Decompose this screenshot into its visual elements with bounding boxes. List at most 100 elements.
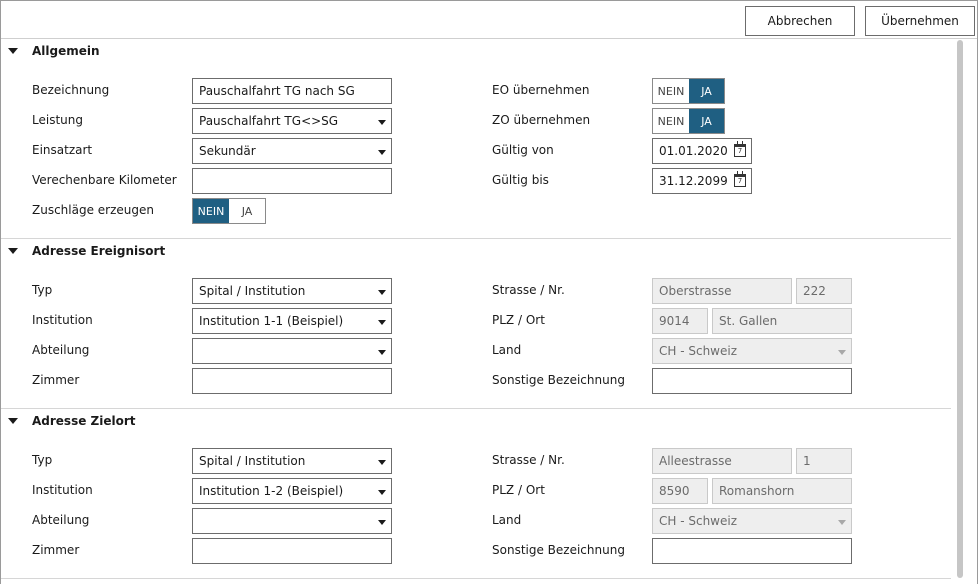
section-title: Adresse Zielort — [32, 414, 136, 428]
valid-to-label: Gültig bis — [492, 173, 549, 187]
km-input[interactable] — [192, 168, 392, 194]
valid-to-value: 31.12.2099 — [659, 174, 728, 188]
collapse-caret-icon[interactable] — [8, 418, 18, 424]
zo-yes-option[interactable]: JA — [689, 109, 724, 133]
destination-typ-select[interactable]: Spital / Institution — [192, 448, 392, 474]
zo-label: ZO übernehmen — [492, 113, 591, 127]
section-destination-header[interactable]: Adresse Zielort — [1, 410, 951, 432]
other-label: Sonstige Bezeichnung — [492, 373, 625, 387]
valid-from-label: Gültig von — [492, 143, 554, 157]
destination-institution-value: Institution 1-2 (Beispiel) — [199, 484, 344, 498]
section-origin: Adresse Ereignisort Typ Spital / Institu… — [1, 240, 951, 409]
zimmer-label: Zimmer — [32, 373, 80, 387]
apply-button[interactable]: Übernehmen — [865, 6, 975, 36]
dropdown-arrow-icon — [378, 290, 386, 295]
section-divider — [1, 238, 951, 239]
origin-typ-value: Spital / Institution — [199, 284, 306, 298]
typ-label: Typ — [32, 283, 53, 297]
eo-label: EO übernehmen — [492, 83, 590, 97]
dropdown-arrow-icon — [378, 460, 386, 465]
calendar-icon[interactable]: 7 — [734, 141, 746, 157]
origin-plz-input: 9014 — [652, 308, 708, 334]
typ-label: Typ — [32, 453, 53, 467]
destination-institution-select[interactable]: Institution 1-2 (Beispiel) — [192, 478, 392, 504]
destination-country-value: CH - Schweiz — [659, 514, 738, 528]
leistung-label: Leistung — [32, 113, 83, 127]
origin-city-input: St. Gallen — [712, 308, 852, 334]
origin-number-value: 222 — [803, 284, 826, 298]
bezeichnung-input[interactable]: Pauschalfahrt TG nach SG — [192, 78, 392, 104]
origin-country-value: CH - Schweiz — [659, 344, 738, 358]
cancel-button[interactable]: Abbrechen — [745, 6, 855, 36]
section-destination: Adresse Zielort Typ Spital / Institution… — [1, 410, 951, 579]
plz-label: PLZ / Ort — [492, 483, 545, 497]
destination-abteilung-select[interactable] — [192, 508, 392, 534]
eo-toggle[interactable]: NEIN JA — [652, 78, 725, 104]
destination-typ-value: Spital / Institution — [199, 454, 306, 468]
street-label: Strasse / Nr. — [492, 283, 565, 297]
collapse-caret-icon[interactable] — [8, 248, 18, 254]
bezeichnung-label: Bezeichnung — [32, 83, 110, 97]
einsatzart-value: Sekundär — [199, 144, 256, 158]
vertical-scrollbar[interactable] — [954, 40, 964, 584]
origin-number-input: 222 — [796, 278, 852, 304]
destination-zimmer-input[interactable] — [192, 538, 392, 564]
origin-other-input[interactable] — [652, 368, 852, 394]
einsatzart-select[interactable]: Sekundär — [192, 138, 392, 164]
valid-from-input[interactable]: 01.01.2020 7 — [652, 138, 752, 164]
destination-plz-input: 8590 — [652, 478, 708, 504]
form-scroll-area: Allgemein Bezeichnung Pauschalfahrt TG n… — [1, 40, 951, 584]
origin-country-select: CH - Schweiz — [652, 338, 852, 364]
destination-other-input[interactable] — [652, 538, 852, 564]
destination-plz-value: 8590 — [659, 484, 690, 498]
dropdown-arrow-icon — [378, 320, 386, 325]
valid-to-input[interactable]: 31.12.2099 7 — [652, 168, 752, 194]
destination-street-input: Alleestrasse — [652, 448, 792, 474]
dialog-toolbar: Abbrechen Übernehmen — [1, 1, 977, 39]
origin-street-value: Oberstrasse — [659, 284, 732, 298]
km-label: Verechenbare Kilometer — [32, 173, 177, 187]
zuschlaege-no-option[interactable]: NEIN — [193, 199, 229, 223]
zimmer-label: Zimmer — [32, 543, 80, 557]
zuschlaege-label: Zuschläge erzeugen — [32, 203, 154, 217]
country-label: Land — [492, 513, 522, 527]
dropdown-arrow-icon — [838, 350, 846, 355]
bezeichnung-value: Pauschalfahrt TG nach SG — [199, 84, 355, 98]
eo-no-option[interactable]: NEIN — [653, 79, 689, 103]
dropdown-arrow-icon — [378, 120, 386, 125]
origin-abteilung-select[interactable] — [192, 338, 392, 364]
abteilung-label: Abteilung — [32, 343, 90, 357]
plz-label: PLZ / Ort — [492, 313, 545, 327]
origin-institution-select[interactable]: Institution 1-1 (Beispiel) — [192, 308, 392, 334]
destination-number-input: 1 — [796, 448, 852, 474]
destination-city-input: Romanshorn — [712, 478, 852, 504]
origin-institution-value: Institution 1-1 (Beispiel) — [199, 314, 344, 328]
section-title: Adresse Ereignisort — [32, 244, 166, 258]
origin-zimmer-input[interactable] — [192, 368, 392, 394]
eo-yes-option[interactable]: JA — [689, 79, 724, 103]
origin-street-input: Oberstrasse — [652, 278, 792, 304]
origin-typ-select[interactable]: Spital / Institution — [192, 278, 392, 304]
valid-from-value: 01.01.2020 — [659, 144, 728, 158]
leistung-value: Pauschalfahrt TG<>SG — [199, 114, 339, 128]
scrollbar-thumb[interactable] — [957, 40, 963, 578]
dropdown-arrow-icon — [378, 490, 386, 495]
einsatzart-label: Einsatzart — [32, 143, 93, 157]
section-general-header[interactable]: Allgemein — [1, 40, 951, 62]
destination-street-value: Alleestrasse — [659, 454, 732, 468]
country-label: Land — [492, 343, 522, 357]
zuschlaege-toggle[interactable]: NEIN JA — [192, 198, 266, 224]
street-label: Strasse / Nr. — [492, 453, 565, 467]
zo-toggle[interactable]: NEIN JA — [652, 108, 725, 134]
calendar-icon[interactable]: 7 — [734, 171, 746, 187]
dropdown-arrow-icon — [378, 150, 386, 155]
destination-country-select: CH - Schweiz — [652, 508, 852, 534]
leistung-select[interactable]: Pauschalfahrt TG<>SG — [192, 108, 392, 134]
section-title: Allgemein — [32, 44, 100, 58]
zo-no-option[interactable]: NEIN — [653, 109, 689, 133]
section-origin-header[interactable]: Adresse Ereignisort — [1, 240, 951, 262]
zuschlaege-yes-option[interactable]: JA — [229, 199, 265, 223]
origin-plz-value: 9014 — [659, 314, 690, 328]
institution-label: Institution — [32, 313, 93, 327]
collapse-caret-icon[interactable] — [8, 48, 18, 54]
